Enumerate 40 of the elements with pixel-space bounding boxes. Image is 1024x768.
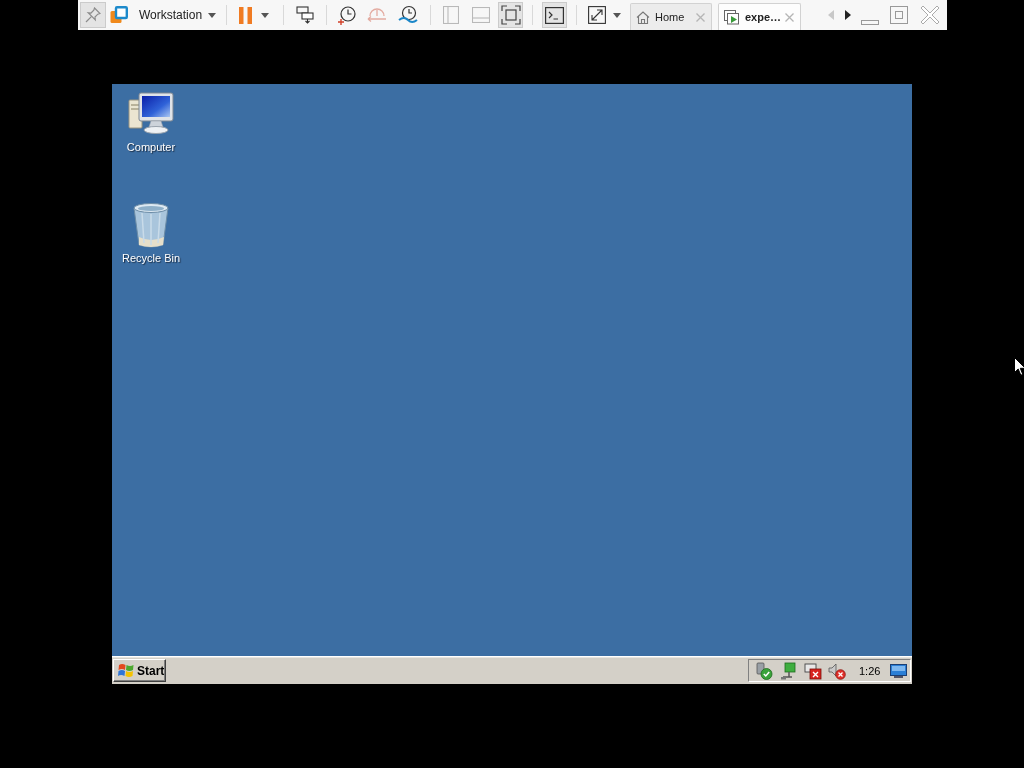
- monitor-error-icon: [804, 661, 822, 680]
- desktop-icon-label[interactable]: Recycle Bin: [121, 252, 181, 265]
- pin-icon: [85, 7, 101, 23]
- view-button[interactable]: [498, 2, 523, 28]
- split-pane-icon: [443, 6, 459, 24]
- tab[interactable]: Home: [630, 3, 712, 30]
- caret-icon: [261, 12, 269, 18]
- caret-icon: [613, 12, 621, 18]
- clock: 1:26: [859, 664, 881, 677]
- recycle-bin-icon[interactable]: [132, 201, 170, 249]
- left-arrow-icon: [828, 10, 834, 20]
- caret-icon: [208, 12, 217, 18]
- stacked-windows-arrow-icon: [296, 6, 314, 24]
- tab[interactable]: expe…: [718, 3, 801, 30]
- arc-arrow-icon: [367, 5, 387, 25]
- monitor-icon[interactable]: [890, 663, 908, 678]
- pin-button[interactable]: [80, 2, 106, 28]
- app-menu-button[interactable]: Workstation: [110, 2, 217, 28]
- fit-frame-icon: [500, 5, 521, 25]
- console-button[interactable]: [542, 2, 567, 28]
- windows-flag-icon: [118, 663, 134, 678]
- clock-plus-icon: [337, 5, 357, 25]
- terminal-icon: [545, 6, 564, 24]
- clock-swoosh-icon: [398, 5, 418, 25]
- restore-icon: [890, 6, 908, 24]
- pause-icon: [238, 6, 252, 24]
- start-button[interactable]: Start: [113, 659, 166, 682]
- close-icon: [920, 5, 940, 25]
- desktop-icon-label[interactable]: Computer: [126, 141, 176, 154]
- device-check-icon: [755, 661, 773, 680]
- speaker-muted-icon: [828, 661, 846, 680]
- window-play-icon: [724, 9, 740, 25]
- bottom-pane-icon: [472, 7, 490, 23]
- close-tab-icon[interactable]: [696, 12, 705, 22]
- logo-icon: [110, 6, 128, 24]
- home-icon: [636, 10, 650, 24]
- minimize-icon: [861, 19, 879, 25]
- right-arrow-icon: [845, 10, 851, 20]
- close-tab-icon[interactable]: [785, 12, 794, 22]
- expand-icon: [588, 6, 606, 24]
